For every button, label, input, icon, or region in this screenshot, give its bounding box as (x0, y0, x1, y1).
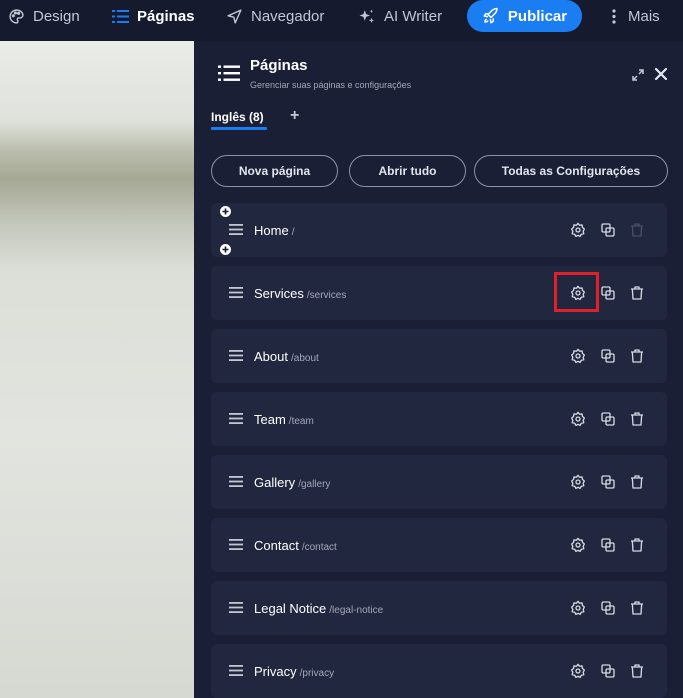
page-name: Team (254, 412, 286, 427)
nav-paginas-label: Páginas (137, 8, 195, 25)
page-row[interactable]: Team/team (211, 392, 667, 446)
add-page-below-icon[interactable] (220, 244, 231, 255)
drag-handle-icon[interactable] (229, 413, 243, 424)
page-settings-icon[interactable] (570, 600, 586, 616)
page-row[interactable]: Home / (211, 203, 667, 257)
drag-handle-icon[interactable] (229, 539, 243, 550)
navigator-icon (227, 9, 242, 24)
page-settings-icon[interactable] (570, 222, 586, 238)
page-row[interactable]: Privacy/privacy (211, 644, 667, 698)
drag-handle-icon[interactable] (229, 287, 243, 298)
page-row[interactable]: Contact/contact (211, 518, 667, 572)
nav-mais-label: Mais (628, 8, 660, 25)
duplicate-page-icon[interactable] (600, 222, 616, 238)
palette-icon (9, 9, 24, 24)
page-row[interactable]: Legal Notice/legal-notice (211, 581, 667, 635)
close-icon[interactable] (654, 67, 668, 81)
page-name: Home (254, 223, 289, 238)
page-name: Legal Notice (254, 601, 327, 616)
rocket-icon (483, 7, 498, 24)
panel-subtitle: Gerenciar suas páginas e configurações (250, 80, 412, 90)
add-page-above-icon[interactable] (220, 206, 231, 217)
publish-label: Publicar (507, 7, 568, 25)
drag-handle-icon[interactable] (229, 224, 243, 235)
page-row-label: Home / (254, 223, 294, 238)
website-preview (0, 41, 194, 698)
nav-design-label: Design (33, 8, 80, 25)
nav-mais[interactable]: Mais (608, 0, 660, 33)
page-row[interactable]: Gallery/gallery (211, 455, 667, 509)
page-row[interactable]: About/about (211, 329, 667, 383)
drag-handle-icon[interactable] (229, 350, 243, 361)
duplicate-page-icon[interactable] (600, 411, 616, 427)
page-settings-icon[interactable] (570, 411, 586, 427)
page-row-label: Privacy/privacy (254, 664, 334, 679)
duplicate-page-icon[interactable] (600, 474, 616, 490)
page-settings-icon[interactable] (570, 663, 586, 679)
nav-ai-writer-label: AI Writer (384, 8, 443, 25)
delete-page-icon[interactable] (629, 348, 645, 364)
tab-language-ingles[interactable]: Inglês (8) (211, 110, 264, 124)
page-slug: /privacy (299, 668, 335, 679)
nav-navegador[interactable]: Navegador (226, 0, 324, 33)
page-name: Privacy (254, 664, 297, 679)
add-language-button[interactable]: + (290, 107, 299, 125)
page-name: Contact (254, 538, 299, 553)
drag-handle-icon[interactable] (229, 602, 243, 613)
page-row-label: Contact/contact (254, 538, 337, 553)
page-slug: / (291, 227, 295, 238)
duplicate-page-icon[interactable] (600, 600, 616, 616)
delete-page-icon[interactable] (629, 600, 645, 616)
expand-icon[interactable] (632, 69, 644, 81)
delete-page-icon[interactable] (629, 411, 645, 427)
pages-panel: Páginas Gerenciar suas páginas e configu… (194, 41, 683, 698)
page-row-label: Legal Notice/legal-notice (254, 601, 383, 616)
more-vertical-icon (612, 9, 616, 24)
nav-ai-writer[interactable]: AI Writer (358, 0, 442, 33)
page-row-label: Team/team (254, 412, 314, 427)
page-settings-icon[interactable] (570, 474, 586, 490)
duplicate-page-icon[interactable] (600, 285, 616, 301)
delete-page-icon[interactable] (629, 474, 645, 490)
nav-design[interactable]: Design (8, 0, 80, 33)
open-all-button[interactable]: Abrir tudo (349, 155, 466, 187)
active-tab-indicator (211, 127, 267, 130)
page-settings-icon[interactable] (570, 348, 586, 364)
delete-page-icon[interactable] (629, 285, 645, 301)
delete-page-icon (631, 223, 643, 237)
new-page-button[interactable]: Nova página (211, 155, 338, 187)
page-row-label: Services/services (254, 286, 346, 301)
page-slug: /contact (301, 542, 337, 553)
nav-navegador-label: Navegador (251, 8, 325, 25)
highlight-box (554, 272, 599, 312)
duplicate-page-icon[interactable] (600, 663, 616, 679)
page-name: Gallery (254, 475, 296, 490)
page-name: About (254, 349, 288, 364)
pages-list-icon (218, 65, 240, 81)
publish-button[interactable]: Publicar (467, 0, 582, 32)
page-slug: /about (290, 353, 319, 364)
page-slug: /gallery (298, 479, 331, 490)
drag-handle-icon[interactable] (229, 665, 243, 676)
top-navigation-bar: Design Páginas Navegador AI Writer Publi… (0, 0, 683, 33)
sparkle-icon (359, 9, 375, 23)
page-slug: /services (306, 290, 347, 301)
all-settings-button[interactable]: Todas as Configurações (474, 155, 668, 187)
duplicate-page-icon[interactable] (600, 348, 616, 364)
duplicate-page-icon[interactable] (600, 537, 616, 553)
drag-handle-icon[interactable] (229, 476, 243, 487)
page-settings-icon[interactable] (570, 537, 586, 553)
page-slug: /team (288, 416, 314, 427)
page-name: Services (254, 286, 304, 301)
page-row-label: Gallery/gallery (254, 475, 330, 490)
pages-list-icon (112, 10, 129, 23)
nav-paginas[interactable]: Páginas (112, 0, 195, 33)
panel-title: Páginas (250, 57, 308, 74)
page-row-label: About/about (254, 349, 319, 364)
delete-page-icon[interactable] (629, 663, 645, 679)
delete-page-icon[interactable] (629, 537, 645, 553)
page-slug: /legal-notice (329, 605, 384, 616)
